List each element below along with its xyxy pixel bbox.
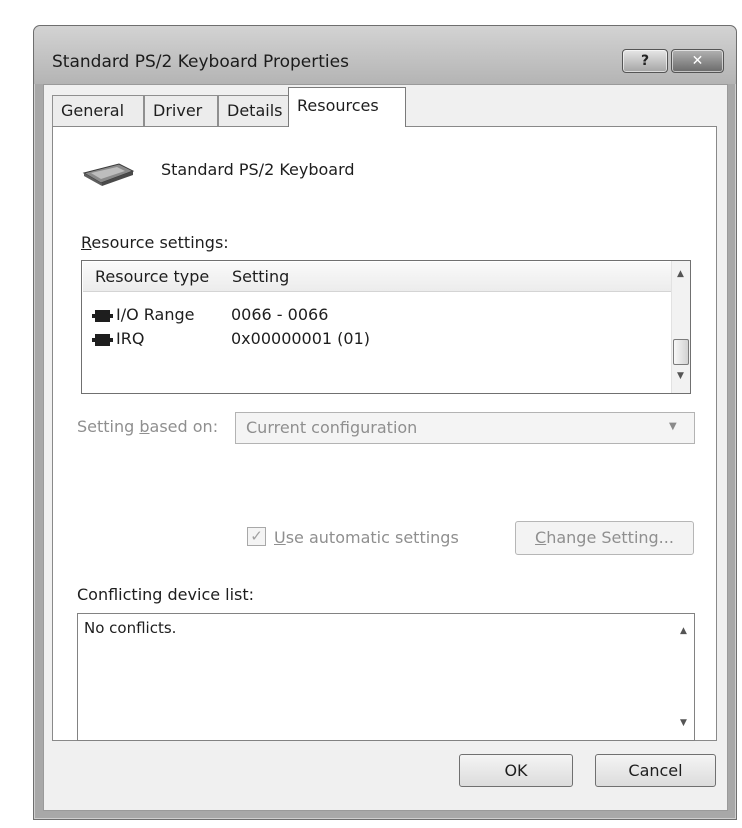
resource-settings-label-text: esource settings: (91, 233, 229, 252)
help-button[interactable]: ? (622, 49, 668, 73)
tab-general[interactable]: General (52, 95, 144, 126)
title-bar[interactable]: Standard PS/2 Keyboard Properties ? ✕ (34, 26, 736, 84)
scroll-up-icon[interactable]: ▲ (672, 269, 689, 279)
resource-setting: 0x00000001 (01) (231, 329, 371, 348)
device-name: Standard PS/2 Keyboard (161, 160, 355, 179)
resource-type: I/O Range (116, 305, 195, 324)
conflict-scrollbar[interactable]: ▲ ▼ (675, 614, 694, 740)
properties-window: Standard PS/2 Keyboard Properties ? ✕ Ge… (33, 25, 737, 820)
ok-button[interactable]: OK (459, 754, 573, 787)
automatic-settings-checkbox[interactable]: ✓ (247, 527, 266, 546)
window-title: Standard PS/2 Keyboard Properties (52, 52, 349, 72)
tab-driver[interactable]: Driver (144, 95, 218, 126)
change-setting-label: hange Setting... (546, 528, 674, 547)
column-header-resource-type[interactable]: Resource type (95, 267, 209, 286)
column-header-setting[interactable]: Setting (232, 267, 289, 286)
dialog-body: General Driver Details Resources Standar… (43, 84, 728, 811)
conflict-text: No conflicts. (84, 619, 177, 637)
conflicting-device-list[interactable]: No conflicts. ▲ ▼ (77, 613, 695, 741)
scroll-up-icon[interactable]: ▲ (675, 626, 692, 636)
resource-settings-accel: R (81, 233, 92, 252)
keyboard-icon (82, 163, 135, 186)
configuration-dropdown[interactable]: Current configuration ▼ (235, 412, 695, 444)
resources-panel: Standard PS/2 Keyboard Resource settings… (52, 126, 717, 741)
automatic-settings-label[interactable]: Use automatic settings (274, 528, 459, 547)
help-icon: ? (640, 53, 650, 69)
tab-resources[interactable]: Resources (288, 87, 406, 127)
list-item[interactable]: IRQ 0x00000001 (01) (92, 329, 652, 353)
scroll-thumb[interactable] (673, 339, 689, 365)
resource-settings-label: Resource settings: (81, 233, 229, 252)
scroll-down-icon[interactable]: ▼ (672, 371, 689, 381)
automatic-settings-accel: U (274, 528, 286, 547)
change-setting-button[interactable]: Change Setting... (515, 521, 694, 555)
setting-based-on-label-pre: Setting (77, 417, 140, 436)
list-item[interactable]: I/O Range 0066 - 0066 (92, 305, 652, 329)
list-header: Resource type Setting (83, 262, 671, 292)
check-icon: ✓ (250, 527, 263, 545)
scroll-down-icon[interactable]: ▼ (675, 718, 692, 728)
list-scrollbar[interactable]: ▲ ▼ (671, 261, 690, 393)
chevron-down-icon: ▼ (669, 421, 677, 432)
setting-based-on-accel: b (139, 417, 150, 436)
close-icon: ✕ (691, 53, 704, 69)
chip-icon (92, 334, 113, 346)
setting-based-on-label-post: ased on: (149, 417, 219, 436)
resource-type: IRQ (116, 329, 145, 348)
close-button[interactable]: ✕ (671, 49, 724, 73)
cancel-button[interactable]: Cancel (595, 754, 716, 787)
setting-based-on-label: Setting based on: (77, 417, 218, 436)
conflicting-device-list-label: Conflicting device list: (77, 585, 255, 604)
configuration-value: Current configuration (246, 418, 418, 437)
resource-list[interactable]: Resource type Setting I/O Range 0066 - 0… (81, 260, 691, 394)
change-setting-accel: C (535, 528, 547, 547)
tab-details[interactable]: Details (218, 95, 289, 126)
resource-setting: 0066 - 0066 (231, 305, 329, 324)
chip-icon (92, 310, 113, 322)
automatic-settings-label-text: se automatic settings (285, 528, 459, 547)
